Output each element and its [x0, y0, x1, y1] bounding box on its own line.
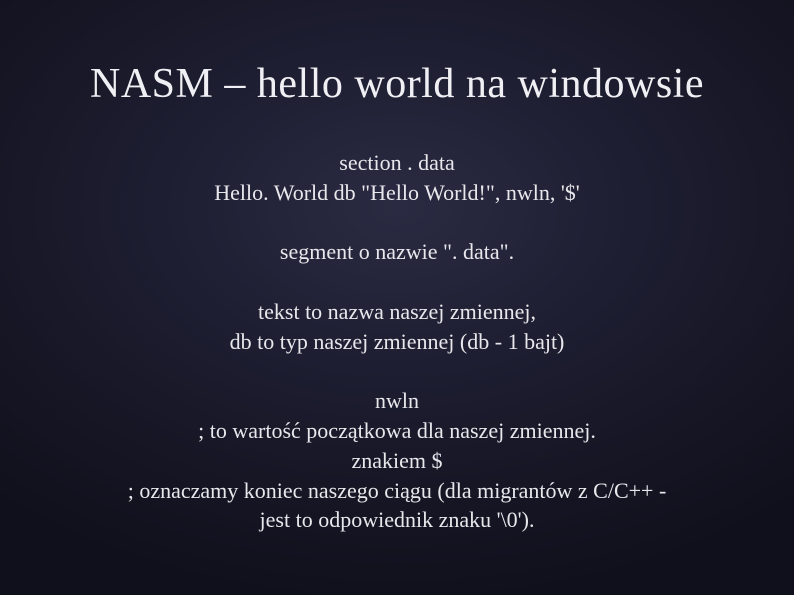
slide: NASM – hello world na windowsie section … — [0, 0, 794, 595]
text-block-3: tekst to nazwa naszej zmiennej, db to ty… — [60, 297, 734, 356]
text-line: nwln — [60, 386, 734, 416]
code-line: section . data — [60, 148, 734, 178]
text-line: znakiem $ — [60, 446, 734, 476]
text-line: ; to wartość początkowa dla naszej zmien… — [60, 416, 734, 446]
text-line: jest to odpowiednik znaku '\0'). — [60, 505, 734, 535]
text-line: tekst to nazwa naszej zmiennej, — [60, 297, 734, 327]
text-line: db to typ naszej zmiennej (db - 1 bajt) — [60, 327, 734, 357]
text-line: ; oznaczamy koniec naszego ciągu (dla mi… — [60, 476, 734, 506]
text-block-2: segment o nazwie ". data". — [60, 237, 734, 267]
code-line: Hello. World db "Hello World!", nwln, '$… — [60, 178, 734, 208]
text-block-4: nwln ; to wartość początkowa dla naszej … — [60, 386, 734, 534]
text-line: segment o nazwie ". data". — [60, 237, 734, 267]
code-block-1: section . data Hello. World db "Hello Wo… — [60, 148, 734, 207]
slide-title: NASM – hello world na windowsie — [60, 60, 734, 108]
